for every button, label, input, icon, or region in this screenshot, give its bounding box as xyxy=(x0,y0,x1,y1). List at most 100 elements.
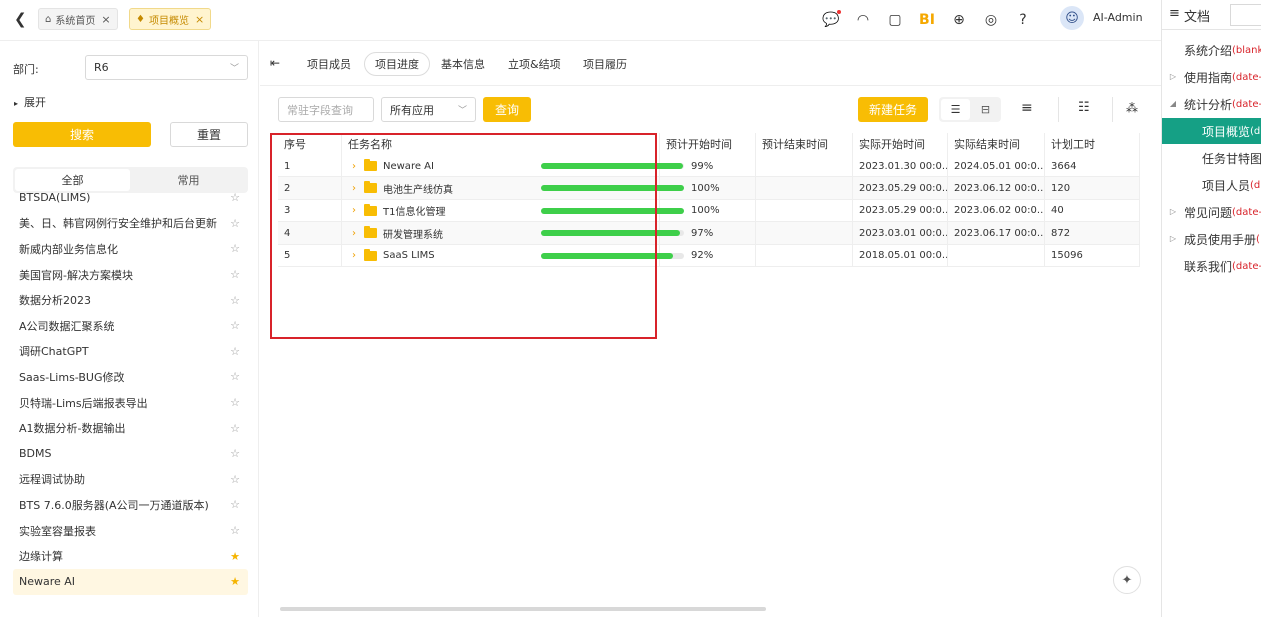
filter-segment: 全部 常用 xyxy=(13,167,248,193)
ai-assistant-icon[interactable]: ✦ xyxy=(1113,566,1141,594)
doc-item[interactable]: ▷ 常见问题 (date- xyxy=(1162,199,1261,225)
apps-icon[interactable]: ⁂ xyxy=(1126,101,1138,115)
tab-members[interactable]: 项目成员 xyxy=(297,52,361,76)
headset-icon[interactable]: ◠ xyxy=(853,10,873,30)
menu-icon[interactable]: ≡ xyxy=(1169,6,1180,21)
star-icon[interactable]: ☆ xyxy=(230,524,240,537)
list-item[interactable]: 贝特瑞-Lims后端报表导出 ☆ xyxy=(13,390,248,416)
project-sidebar: 部门: R6 ﹀ ▸ 展开 搜索 重置 全部 常用 BTSDA(LIMS) ☆ 美、日… xyxy=(0,41,259,617)
cell-astart: 2023.05.29 00:0... xyxy=(853,177,948,200)
filter-icon[interactable]: ≡ xyxy=(1021,100,1033,116)
list-item[interactable]: 美国官网-解决方案模块 ☆ xyxy=(13,262,248,288)
field-query-input[interactable]: 常驻字段查询 xyxy=(278,97,374,122)
list-item[interactable]: 美、日、韩官网例行安全维护和后台更新 ☆ xyxy=(13,211,248,237)
expand-toggle[interactable]: ▸ 展开 xyxy=(14,94,46,110)
doc-item[interactable]: 项目概览 (d xyxy=(1162,118,1261,144)
tab-approval[interactable]: 立项&结项 xyxy=(498,52,571,76)
star-icon[interactable]: ☆ xyxy=(230,447,240,460)
project-name: Saas-Lims-BUG修改 xyxy=(19,370,125,384)
app-select-value: 所有应用 xyxy=(390,103,434,117)
star-icon[interactable]: ☆ xyxy=(230,498,240,511)
dept-select[interactable]: R6 ﹀ xyxy=(85,55,248,80)
view-switch: ☰ ⊟ xyxy=(939,97,1001,122)
list-item[interactable]: A公司数据汇聚系统 ☆ xyxy=(13,313,248,339)
list-item[interactable]: Neware AI ★ xyxy=(13,568,248,595)
expand-caret-icon[interactable]: ◢ xyxy=(1166,99,1180,108)
expand-caret-icon[interactable]: ▷ xyxy=(1166,72,1180,81)
settings-list-icon[interactable]: ☷ xyxy=(1078,100,1090,115)
list-item[interactable]: 数据分析2023 ☆ xyxy=(13,287,248,313)
segment-all[interactable]: 全部 xyxy=(15,169,130,191)
cell-astart: 2023.05.29 00:0... xyxy=(853,199,948,222)
tab-home[interactable]: ⌂ 系统首页 × xyxy=(38,8,118,30)
globe-icon[interactable]: ⊕ xyxy=(949,10,969,30)
search-button[interactable]: 搜索 xyxy=(13,122,151,147)
gantt-view-icon[interactable]: ⊟ xyxy=(972,99,999,120)
list-item[interactable]: BDMS ☆ xyxy=(13,441,248,467)
star-icon[interactable]: ★ xyxy=(230,550,240,563)
list-item[interactable]: 调研ChatGPT ☆ xyxy=(13,339,248,365)
list-item[interactable]: BTSDA(LIMS) ☆ xyxy=(13,193,248,211)
star-icon[interactable]: ☆ xyxy=(230,193,240,204)
star-icon[interactable]: ☆ xyxy=(230,268,240,281)
doc-item-label: 使用指南 xyxy=(1184,70,1233,85)
user-name[interactable]: AI-Admin xyxy=(1093,11,1143,24)
avatar[interactable]: ☺ xyxy=(1060,6,1084,30)
column-header[interactable]: 预计结束时间 xyxy=(756,133,853,155)
tab-project-overview[interactable]: ♦ 项目概览 × xyxy=(129,8,212,30)
bi-icon[interactable]: BI xyxy=(917,10,937,30)
doc-item[interactable]: ▷ 使用指南 (date- xyxy=(1162,64,1261,90)
doc-item[interactable]: ◢ 统计分析 (date- xyxy=(1162,91,1261,117)
column-header[interactable]: 实际开始时间 xyxy=(853,133,948,155)
tab-basic-info[interactable]: 基本信息 xyxy=(431,52,495,76)
expand-caret-icon[interactable]: ▷ xyxy=(1166,207,1180,216)
doc-item[interactable]: 系统介绍 (blank xyxy=(1162,37,1261,63)
star-icon[interactable]: ☆ xyxy=(230,294,240,307)
star-icon[interactable]: ☆ xyxy=(230,345,240,358)
new-task-button[interactable]: 新建任务 xyxy=(858,97,928,122)
palette-icon[interactable]: ◎ xyxy=(981,10,1001,30)
list-item[interactable]: Saas-Lims-BUG修改 ☆ xyxy=(13,364,248,390)
star-icon[interactable]: ☆ xyxy=(230,217,240,230)
help-icon[interactable]: ? xyxy=(1013,10,1033,30)
star-icon[interactable]: ☆ xyxy=(230,422,240,435)
list-view-icon[interactable]: ☰ xyxy=(941,99,970,120)
list-item[interactable]: BTS 7.6.0服务器(A公司一万通道版本) ☆ xyxy=(13,492,248,518)
doc-item[interactable]: ▷ 成员使用手册( xyxy=(1162,226,1261,252)
column-header[interactable]: 预计开始时间 xyxy=(660,133,756,155)
doc-item[interactable]: 项目人员 (d xyxy=(1162,172,1261,198)
doc-item[interactable]: 任务甘特图 xyxy=(1162,145,1261,171)
app-select[interactable]: 所有应用 ﹀ xyxy=(381,97,476,122)
caret-right-icon: ▸ xyxy=(14,99,19,108)
chat-icon[interactable]: 💬 xyxy=(821,10,841,30)
star-icon[interactable]: ☆ xyxy=(230,242,240,255)
star-icon[interactable]: ★ xyxy=(230,575,240,588)
reset-button[interactable]: 重置 xyxy=(170,122,248,147)
list-item[interactable]: 远程调试协助 ☆ xyxy=(13,467,248,493)
expand-caret-icon[interactable]: ▷ xyxy=(1166,234,1180,243)
star-icon[interactable]: ☆ xyxy=(230,319,240,332)
list-item[interactable]: A1数据分析-数据输出 ☆ xyxy=(13,415,248,441)
tab-history[interactable]: 项目履历 xyxy=(573,52,637,76)
star-icon[interactable]: ☆ xyxy=(230,370,240,383)
doc-search-input[interactable] xyxy=(1230,4,1261,26)
cell-pend xyxy=(756,177,853,200)
tab-close-icon[interactable]: × xyxy=(101,13,110,26)
bag-icon[interactable]: ▢ xyxy=(885,10,905,30)
segment-common[interactable]: 常用 xyxy=(131,169,246,191)
list-item[interactable]: 边缘计算 ★ xyxy=(13,543,248,569)
star-icon[interactable]: ☆ xyxy=(230,473,240,486)
column-header[interactable]: 实际结束时间 xyxy=(948,133,1045,155)
list-item[interactable]: 新威内部业务信息化 ☆ xyxy=(13,236,248,262)
back-arrow-icon[interactable]: ❮ xyxy=(14,10,27,28)
tab-progress[interactable]: 项目进度 xyxy=(364,52,430,76)
query-button[interactable]: 查询 xyxy=(483,97,531,122)
collapse-menu-icon[interactable]: ⇤ xyxy=(270,56,280,70)
tab-close-icon[interactable]: × xyxy=(195,13,204,26)
column-header[interactable]: 计划工时 xyxy=(1045,133,1140,155)
list-item[interactable]: 实验室容量报表 ☆ xyxy=(13,518,248,544)
doc-item-tag: (date- xyxy=(1232,206,1261,218)
star-icon[interactable]: ☆ xyxy=(230,396,240,409)
horizontal-scrollbar[interactable] xyxy=(280,607,766,611)
doc-item[interactable]: 联系我们 (date- xyxy=(1162,253,1261,279)
